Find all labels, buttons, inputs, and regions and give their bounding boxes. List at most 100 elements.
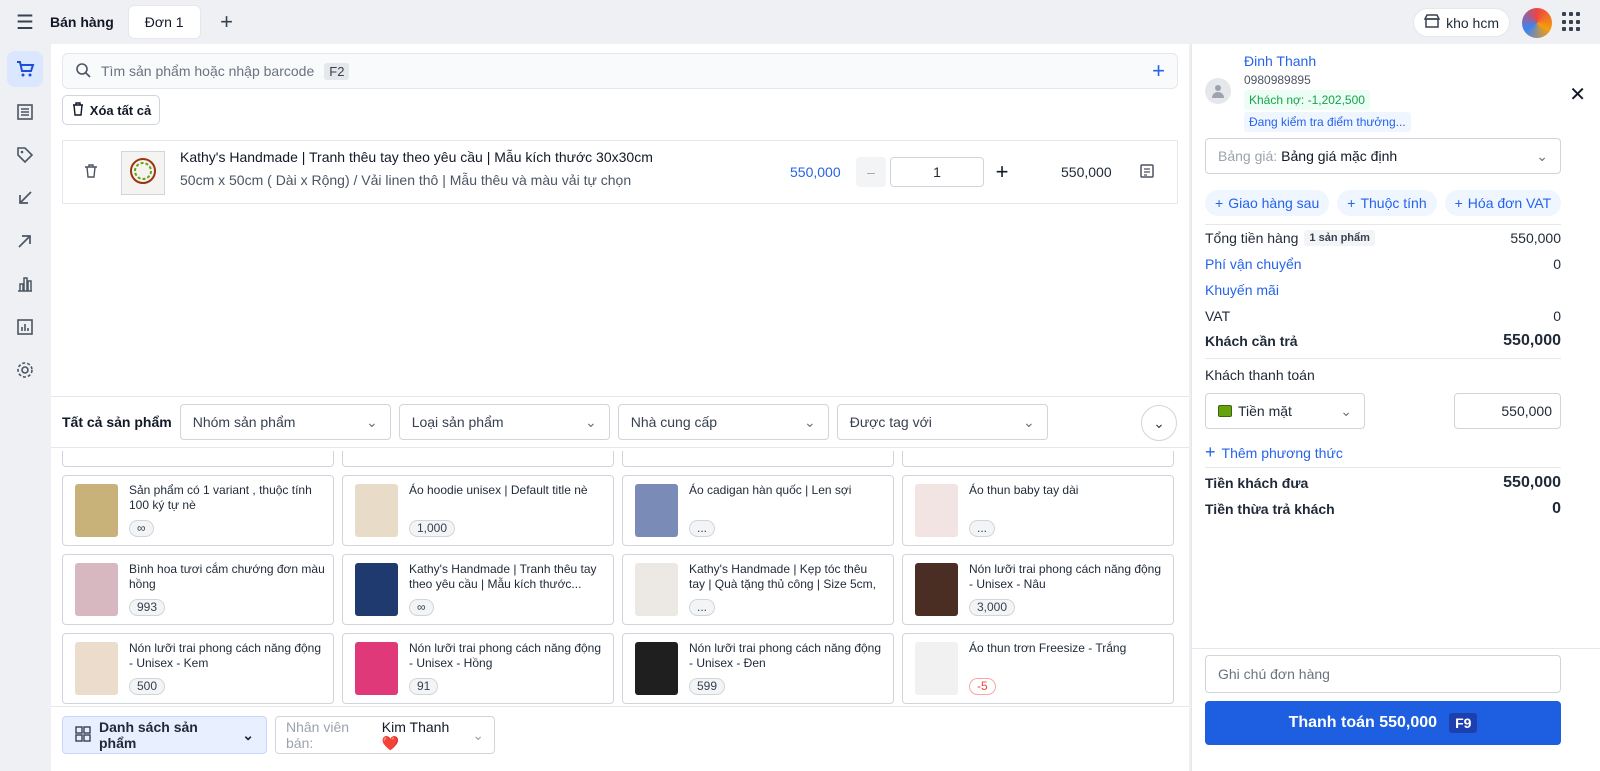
remove-item-icon[interactable] xyxy=(83,163,99,182)
stock-badge: ... xyxy=(969,520,996,537)
decrease-qty-button[interactable]: – xyxy=(856,157,886,187)
product-list-label: Danh sách sản phẩm xyxy=(99,719,198,751)
product-card[interactable]: Áo thun baby tay dài... xyxy=(902,475,1174,546)
clear-all-button[interactable]: Xóa tất cả xyxy=(62,95,160,125)
payment-amount-input[interactable]: 550,000 xyxy=(1454,393,1561,429)
vat-invoice-chip[interactable]: + Hóa đơn VAT xyxy=(1444,190,1562,216)
shipping-fee-link[interactable]: Phí vận chuyển xyxy=(1205,256,1302,272)
menu-icon[interactable]: ☰ xyxy=(0,0,50,44)
change-value: 0 xyxy=(1552,500,1561,517)
vat-row: VAT 0 xyxy=(1205,308,1561,324)
product-list-button[interactable]: Danh sách sản phẩm ⌄ xyxy=(62,716,267,754)
customer-name[interactable]: Đinh Thanh xyxy=(1244,53,1316,69)
product-thumbnail xyxy=(915,563,958,616)
tag-dropdown[interactable]: Được tag với ⌄ xyxy=(836,404,1048,440)
chevron-down-icon: ⌄ xyxy=(1536,147,1548,164)
payment-method-dropdown[interactable]: Tiền mặt ⌄ xyxy=(1205,393,1365,429)
store-selector[interactable]: kho hcm xyxy=(1413,8,1510,37)
add-payment-method-button[interactable]: + Thêm phương thức xyxy=(1205,442,1343,463)
export-arrow-icon[interactable] xyxy=(7,223,43,259)
product-card[interactable]: Bình hoa tươi cắm chướng đơn màu hồng 993 xyxy=(62,554,334,625)
product-card-partial[interactable] xyxy=(622,451,894,467)
orders-list-icon[interactable] xyxy=(7,94,43,130)
settings-gear-icon[interactable] xyxy=(7,352,43,388)
cart-icon[interactable] xyxy=(7,51,43,87)
add-product-icon[interactable]: + xyxy=(1152,58,1165,84)
product-card[interactable]: Nón lưỡi trai phong cách năng động - Uni… xyxy=(622,633,894,704)
product-card[interactable]: Nón lưỡi trai phong cách năng động - Uni… xyxy=(342,633,614,704)
item-price[interactable]: 550,000 xyxy=(790,164,841,180)
product-type-dropdown[interactable]: Loại sản phẩm ⌄ xyxy=(398,404,610,440)
all-products-label: Tất cả sản phẩm xyxy=(62,414,172,430)
price-list-label: Bảng giá: xyxy=(1218,148,1278,164)
chevron-down-icon: ⌄ xyxy=(1153,414,1165,431)
top-bar: ☰ Bán hàng Đơn 1 + kho hcm xyxy=(0,0,1600,44)
subtotal-count-badge: 1 sản phẩm xyxy=(1304,230,1375,246)
supplier-dropdown[interactable]: Nhà cung cấp ⌄ xyxy=(617,404,829,440)
stock-badge: -5 xyxy=(969,678,996,695)
salesperson-selector[interactable]: Nhân viên bán: Kim Thanh ❤️ ⌄ xyxy=(275,716,495,754)
add-tab-icon[interactable]: + xyxy=(207,5,247,39)
plus-icon: + xyxy=(1347,195,1356,211)
deliver-later-chip[interactable]: + Giao hàng sau xyxy=(1205,190,1330,216)
increase-qty-button[interactable]: + xyxy=(992,157,1012,187)
product-card[interactable]: Kathy's Handmade | Kẹp tóc thêu tay | Qu… xyxy=(622,554,894,625)
product-card[interactable]: Áo cadigan hàn quốc | Len sợi... xyxy=(622,475,894,546)
search-placeholder: Tìm sản phẩm hoặc nhập barcode xyxy=(101,63,315,79)
report-icon[interactable] xyxy=(7,309,43,345)
product-card[interactable]: Áo hoodie unisex | Default title nè 1,000 xyxy=(342,475,614,546)
search-icon xyxy=(75,62,91,81)
vat-label: VAT xyxy=(1205,308,1231,324)
product-thumbnail xyxy=(355,642,398,695)
cash-given-value: 550,000 xyxy=(1503,474,1561,491)
user-avatar[interactable] xyxy=(1522,8,1552,38)
checkout-button[interactable]: Thanh toán 550,000 F9 xyxy=(1205,701,1561,745)
price-list-value: Bảng giá mặc định xyxy=(1281,148,1398,164)
promotion-link[interactable]: Khuyến mãi xyxy=(1205,282,1279,298)
product-group-label: Nhóm sản phẩm xyxy=(192,414,296,430)
product-group-dropdown[interactable]: Nhóm sản phẩm ⌄ xyxy=(179,404,391,440)
price-list-dropdown[interactable]: Bảng giá: Bảng giá mặc định ⌄ xyxy=(1205,138,1561,174)
salesperson-label: Nhân viên bán: xyxy=(286,719,350,751)
customer-phone: 0980989895 xyxy=(1244,73,1311,87)
subtotal-value: 550,000 xyxy=(1510,230,1561,246)
tab-order-1[interactable]: Đơn 1 xyxy=(127,5,201,39)
product-card[interactable]: Sản phẩm có 1 variant , thuộc tính 100 k… xyxy=(62,475,334,546)
import-arrow-icon[interactable] xyxy=(7,180,43,216)
product-card-partial[interactable] xyxy=(342,451,614,467)
product-name: Kathy's Handmade | Kẹp tóc thêu tay | Qu… xyxy=(689,562,877,591)
attributes-chip[interactable]: + Thuộc tính xyxy=(1337,190,1437,216)
product-card-partial[interactable] xyxy=(902,451,1174,467)
stock-badge: ... xyxy=(689,520,716,537)
product-card[interactable]: Nón lưỡi trai phong cách năng động - Uni… xyxy=(902,554,1174,625)
salesperson-value: Kim Thanh ❤️ xyxy=(381,718,450,751)
item-name[interactable]: Kathy's Handmade | Tranh thêu tay theo y… xyxy=(180,149,653,165)
order-note-input[interactable]: Ghi chú đơn hàng xyxy=(1205,655,1561,693)
shipping-value: 0 xyxy=(1553,256,1561,272)
remove-customer-close-icon[interactable]: ✕ xyxy=(1569,82,1586,107)
apps-grid-icon[interactable] xyxy=(1562,12,1582,32)
product-name: Kathy's Handmade | Tranh thêu tay theo y… xyxy=(409,562,597,591)
customer-payment-label: Khách thanh toán xyxy=(1205,367,1315,383)
product-card[interactable]: Nón lưỡi trai phong cách năng động - Uni… xyxy=(62,633,334,704)
bar-chart-icon[interactable] xyxy=(7,266,43,302)
quantity-input[interactable]: 1 xyxy=(890,157,984,187)
subtotal-row: Tổng tiền hàng 1 sản phẩm 550,000 xyxy=(1205,230,1561,246)
divider xyxy=(1192,648,1600,649)
product-thumbnail xyxy=(915,484,958,537)
plus-icon: + xyxy=(1205,442,1216,462)
plus-icon: + xyxy=(1215,195,1224,211)
item-note-icon[interactable] xyxy=(1139,163,1155,182)
product-card-partial[interactable] xyxy=(62,451,334,467)
tag-icon[interactable] xyxy=(7,137,43,173)
trash-icon xyxy=(71,101,85,119)
product-name: Nón lưỡi trai phong cách năng động - Uni… xyxy=(689,641,882,670)
change-label: Tiền thừa trả khách xyxy=(1205,501,1335,517)
product-search-bar[interactable]: Tìm sản phẩm hoặc nhập barcode F2 + xyxy=(62,53,1178,89)
collapse-panel-button[interactable]: ⌄ xyxy=(1141,405,1177,441)
product-card[interactable]: Kathy's Handmade | Tranh thêu tay theo y… xyxy=(342,554,614,625)
order-options: + Giao hàng sau + Thuộc tính + Hóa đơn VAT xyxy=(1205,190,1562,216)
product-name: Sản phẩm có 1 variant , thuộc tính 100 k… xyxy=(129,483,312,512)
shipping-row: Phí vận chuyển 0 xyxy=(1205,256,1561,272)
product-card[interactable]: Áo thun trơn Freesize - Trắng -5 xyxy=(902,633,1174,704)
